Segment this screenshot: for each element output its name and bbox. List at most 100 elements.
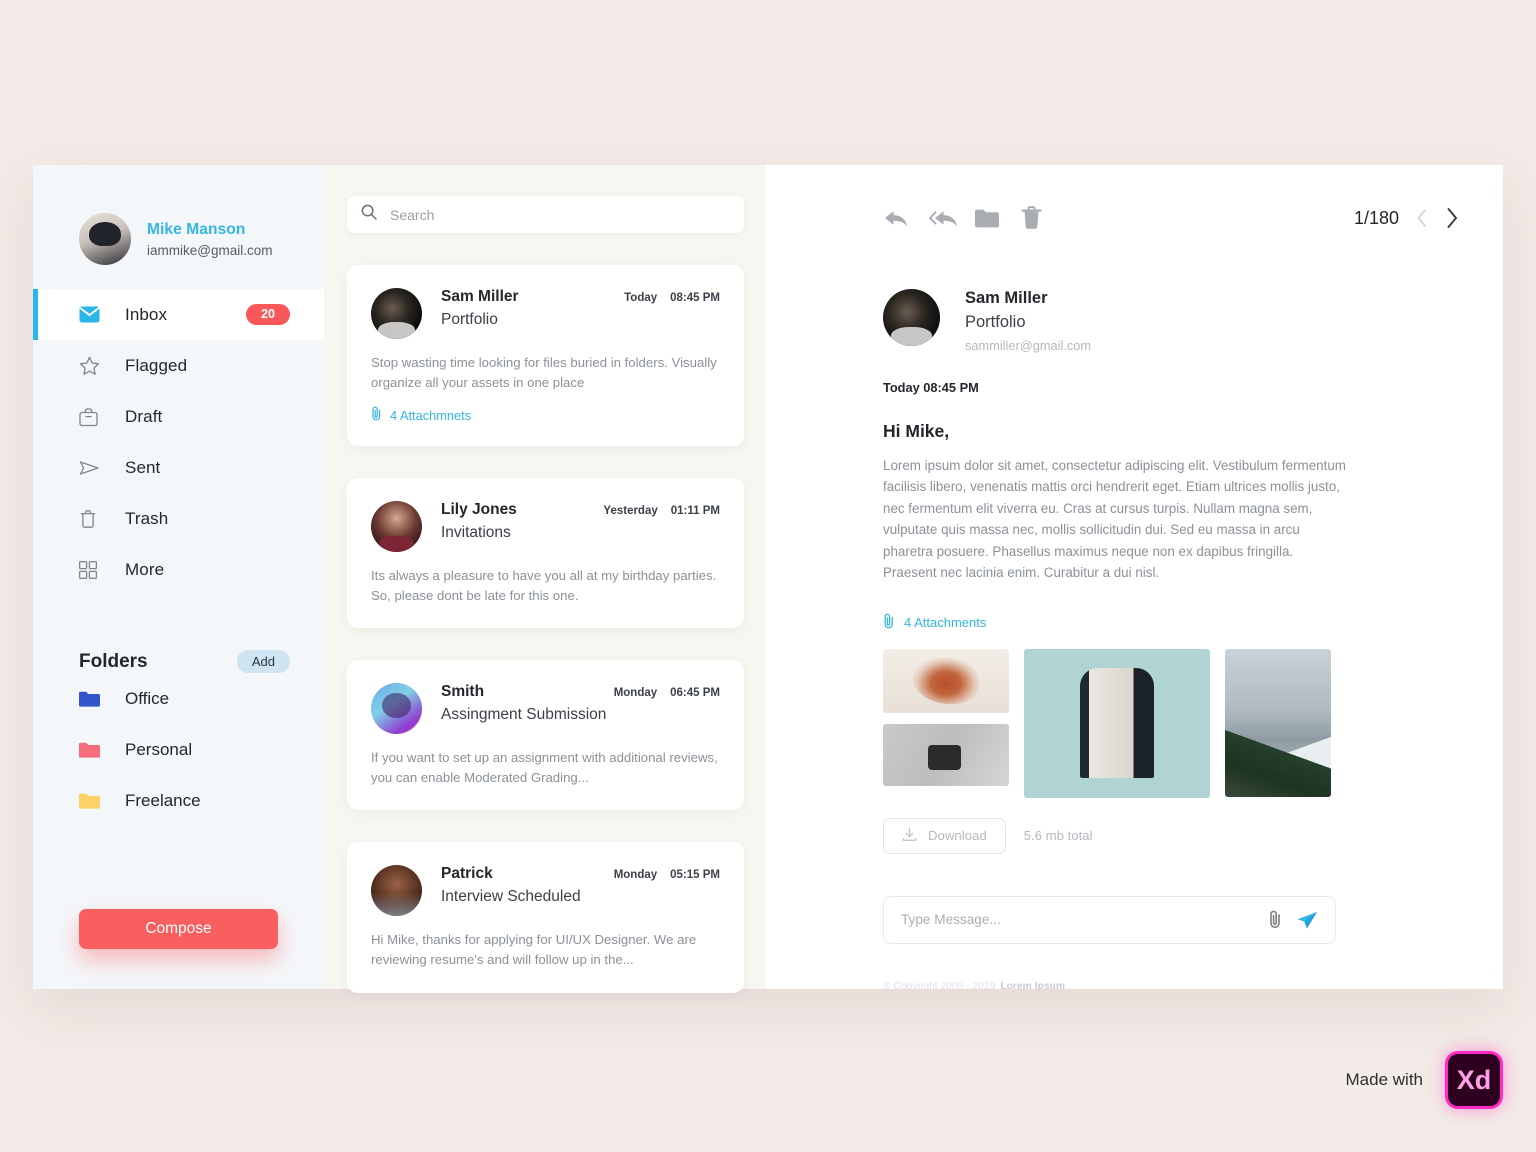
email-list-item[interactable]: Lily Jones Yesterday 01:11 PM Invitation… — [347, 478, 744, 629]
folder-label: Personal — [125, 739, 193, 759]
attachments-count-label: 4 Attachmnets — [390, 407, 472, 423]
folder-item-office[interactable]: Office — [33, 673, 324, 724]
paperclip-icon — [371, 406, 382, 424]
sidebar-item-label: Draft — [125, 406, 163, 426]
sidebar-item-draft[interactable]: Draft — [33, 391, 324, 442]
folder-icon[interactable] — [975, 209, 1021, 228]
email-sender: Patrick — [441, 865, 493, 883]
message-subject: Portfolio — [965, 313, 1026, 331]
sidebar-item-flagged[interactable]: Flagged — [33, 340, 324, 391]
email-preview: Stop wasting time looking for files buri… — [371, 355, 717, 391]
folders-header: Folders Add — [33, 650, 324, 673]
sidebar-item-label: More — [125, 559, 165, 579]
made-with-badge: Made with Xd — [1346, 1051, 1503, 1109]
email-subject: Portfolio — [441, 311, 498, 328]
email-day: Monday — [613, 687, 658, 700]
thumb-camera-hand[interactable] — [883, 723, 1009, 786]
message-body: Lorem ipsum dolor sit amet, consectetur … — [883, 458, 1346, 581]
email-app-window: Mike Manson iammike@gmail.com Inbox 20 F… — [33, 165, 1503, 993]
message-timestamp: Today 08:45 PM — [883, 380, 979, 395]
email-sender: Sam Miller — [441, 288, 519, 305]
avatar — [371, 501, 422, 553]
inbox-unread-badge: 20 — [246, 304, 290, 325]
download-row: Download 5.6 mb total — [883, 817, 1459, 854]
avatar — [371, 288, 422, 339]
user-profile[interactable]: Mike Manson iammike@gmail.com — [33, 165, 324, 283]
folders-title: Folders — [79, 650, 148, 672]
trash-icon — [79, 509, 105, 529]
message-sender: Sam Miller — [965, 289, 1048, 307]
trash-icon[interactable] — [1021, 206, 1067, 230]
email-preview: Hi Mike, thanks for applying for UI/UX D… — [371, 932, 697, 968]
send-icon — [79, 459, 105, 477]
email-day: Yesterday — [603, 505, 658, 518]
folder-item-freelance[interactable]: Freelance — [33, 775, 324, 826]
folder-label: Office — [125, 688, 170, 708]
compose-button[interactable]: Compose — [79, 909, 278, 949]
sidebar-item-trash[interactable]: Trash — [33, 493, 324, 544]
attachments-total-size: 5.6 mb total — [1023, 828, 1093, 844]
thumb-dried-flowers[interactable] — [883, 648, 1009, 713]
grid-icon — [79, 560, 105, 579]
send-plane-icon[interactable] — [1296, 910, 1318, 930]
email-preview: Its always a pleasure to have you all at… — [371, 568, 717, 604]
reading-pane: 1/180 Sam Miller Portfolio sammiller@gma… — [766, 165, 1503, 992]
search-bar[interactable] — [347, 196, 744, 233]
message-greeting: Hi Mike, — [883, 421, 950, 441]
reply-composer[interactable] — [883, 895, 1336, 944]
folder-label: Freelance — [125, 790, 201, 810]
star-icon — [79, 356, 105, 376]
profile-email: iammike@gmail.com — [147, 242, 273, 258]
add-folder-button[interactable]: Add — [236, 650, 290, 673]
copyright-text: ® Copyright 2005 - 2019 — [883, 980, 996, 992]
email-time: 06:45 PM — [670, 687, 720, 700]
email-preview: If you want to set up an assignment with… — [371, 750, 718, 786]
message-toolbar: 1/180 — [883, 197, 1459, 239]
download-icon — [902, 826, 917, 845]
email-list-item[interactable]: Patrick Monday 05:15 PM Interview Schedu… — [347, 842, 744, 993]
download-label: Download — [928, 828, 987, 844]
email-list-column: Sam Miller Today 08:45 PM Portfolio Stop… — [324, 165, 766, 993]
email-list-item[interactable]: Smith Monday 06:45 PM Assingment Submiss… — [347, 660, 744, 811]
attachments-header[interactable]: 4 Attachments — [883, 613, 1459, 632]
sidebar-item-label: Flagged — [125, 355, 188, 375]
sidebar-item-more[interactable]: More — [33, 544, 324, 595]
download-button[interactable]: Download — [883, 817, 1006, 854]
sidebar: Mike Manson iammike@gmail.com Inbox 20 F… — [33, 165, 324, 989]
thumb-window-teal[interactable] — [1024, 648, 1210, 798]
paperclip-icon[interactable] — [1269, 910, 1282, 929]
email-sender: Smith — [441, 683, 485, 701]
sidebar-item-label: Sent — [125, 457, 161, 477]
reply-all-icon[interactable] — [929, 208, 975, 229]
message-header: Sam Miller Portfolio sammiller@gmail.com — [883, 289, 1459, 353]
message-pager: 1/180 — [1354, 207, 1459, 229]
search-input[interactable] — [390, 206, 730, 223]
sidebar-item-sent[interactable]: Sent — [33, 442, 324, 493]
chevron-right-icon[interactable] — [1445, 207, 1459, 229]
search-icon — [361, 204, 377, 225]
sidebar-item-label: Inbox — [125, 304, 168, 324]
folder-icon — [79, 742, 105, 758]
profile-name: Mike Manson — [147, 220, 246, 238]
sidebar-item-label: Trash — [125, 508, 169, 528]
email-subject: Interview Scheduled — [441, 888, 581, 906]
envelope-icon — [79, 306, 105, 323]
made-with-label: Made with — [1345, 1070, 1423, 1089]
thumb-snow-mountain[interactable] — [1225, 648, 1331, 797]
folder-icon — [79, 793, 105, 809]
email-attachments-link[interactable]: 4 Attachmnets — [371, 406, 720, 424]
paperclip-icon — [883, 613, 895, 632]
folder-icon — [79, 691, 105, 707]
email-list-item[interactable]: Sam Miller Today 08:45 PM Portfolio Stop… — [347, 265, 744, 447]
reply-icon[interactable] — [883, 208, 929, 229]
chevron-left-icon[interactable] — [1416, 208, 1428, 228]
folder-item-personal[interactable]: Personal — [33, 724, 324, 775]
avatar — [883, 289, 940, 346]
reply-input[interactable] — [901, 912, 1255, 928]
sidebar-item-inbox[interactable]: Inbox 20 — [33, 289, 324, 340]
copyright-brand: Lorem Ipsum — [1000, 980, 1065, 992]
briefcase-icon — [79, 407, 105, 427]
sidebar-nav: Inbox 20 Flagged Draft Sent Trash More — [33, 289, 324, 595]
avatar — [371, 865, 422, 917]
attachments-count-label: 4 Attachments — [904, 614, 987, 630]
